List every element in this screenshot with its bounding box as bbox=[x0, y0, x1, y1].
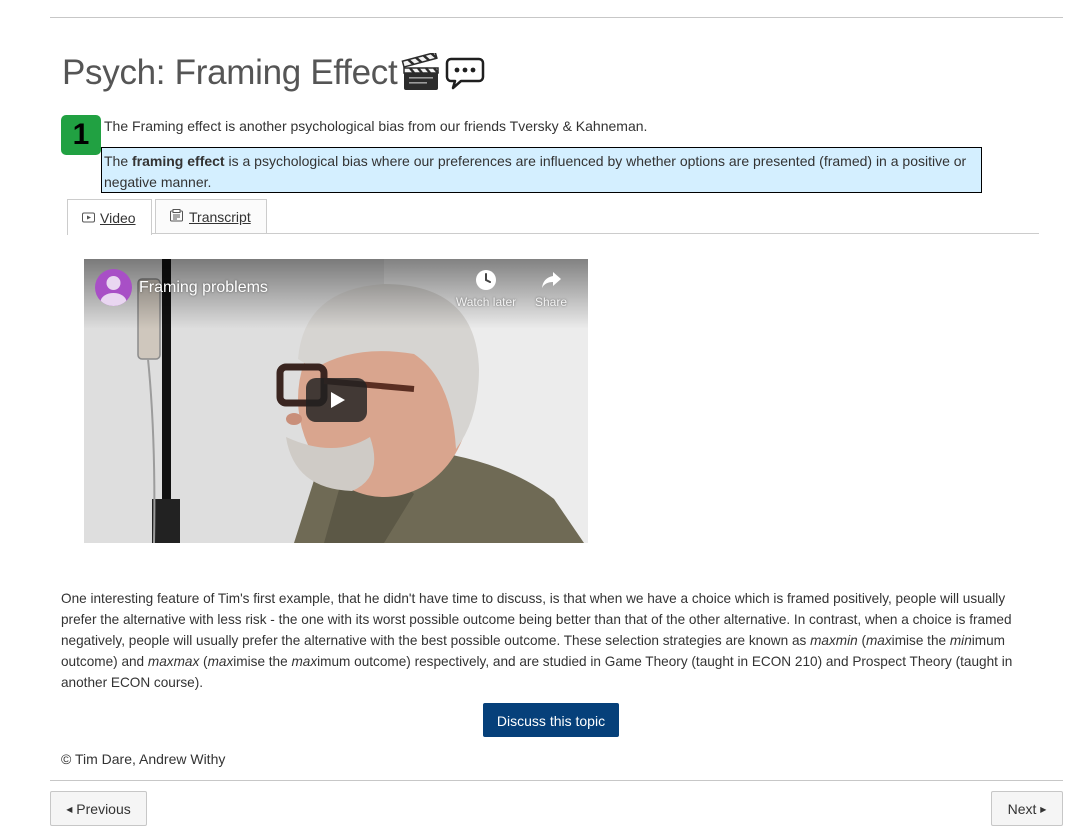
caret-left-icon: ◀ bbox=[66, 805, 73, 814]
paragraph-text: imise the bbox=[233, 654, 292, 669]
discuss-topic-button[interactable]: Discuss this topic bbox=[483, 703, 619, 737]
paragraph-text: imise the bbox=[891, 633, 950, 648]
emphasis-text: max bbox=[207, 654, 234, 669]
transcript-icon bbox=[170, 208, 184, 225]
definition-box: The framing effect is a psychological bi… bbox=[101, 147, 982, 193]
step-number-badge: 1 bbox=[61, 115, 101, 155]
intro-text: The Framing effect is another psychologi… bbox=[104, 118, 648, 134]
paragraph-text: ( bbox=[199, 654, 208, 669]
clock-icon bbox=[476, 270, 496, 290]
share-button[interactable]: Share bbox=[519, 269, 583, 309]
caret-right-icon: ▶ bbox=[1040, 805, 1047, 814]
tab-divider bbox=[67, 233, 1039, 234]
tab-video-label: Video bbox=[100, 209, 136, 226]
page-title: Psych: Framing Effect bbox=[62, 53, 485, 93]
play-button[interactable] bbox=[306, 378, 367, 422]
emphasis-text: max bbox=[291, 654, 318, 669]
next-label: Next bbox=[1007, 801, 1037, 817]
speech-balloon-icon bbox=[445, 53, 485, 93]
page-title-text: Psych: Framing Effect bbox=[62, 53, 398, 92]
tab-video[interactable]: Video bbox=[67, 199, 152, 235]
share-icon bbox=[542, 272, 561, 288]
bottom-divider bbox=[50, 780, 1063, 781]
previous-button[interactable]: ◀ Previous bbox=[50, 791, 147, 826]
clapperboard-icon bbox=[401, 53, 441, 93]
channel-avatar[interactable] bbox=[95, 269, 132, 306]
definition-term: framing effect bbox=[132, 153, 225, 169]
video-icon bbox=[82, 210, 95, 226]
tab-transcript-label: Transcript bbox=[189, 208, 251, 225]
definition-prefix: The bbox=[104, 153, 133, 169]
top-divider bbox=[50, 17, 1063, 18]
watch-later-button[interactable]: Watch later bbox=[454, 269, 518, 309]
paragraph-text: ( bbox=[857, 633, 866, 648]
copyright-text: © Tim Dare, Andrew Withy bbox=[61, 751, 226, 767]
play-icon bbox=[331, 392, 345, 408]
next-button[interactable]: Next ▶ bbox=[991, 791, 1063, 826]
previous-label: Previous bbox=[76, 801, 131, 817]
emphasis-text: max bbox=[865, 633, 892, 648]
term-maxmin: maxmin bbox=[810, 633, 858, 648]
share-label: Share bbox=[534, 295, 568, 309]
term-maxmax: maxmax bbox=[147, 654, 200, 669]
emphasis-text: min bbox=[949, 633, 972, 648]
watch-later-label: Watch later bbox=[455, 295, 517, 309]
explanation-paragraph: One interesting feature of Tim's first e… bbox=[61, 588, 1041, 693]
definition-text: is a psychological bias where our prefer… bbox=[104, 153, 967, 190]
video-title[interactable]: Framing problems bbox=[139, 279, 268, 297]
tab-transcript[interactable]: Transcript bbox=[155, 199, 267, 233]
video-player[interactable]: Framing problems Watch later Share bbox=[84, 259, 588, 543]
